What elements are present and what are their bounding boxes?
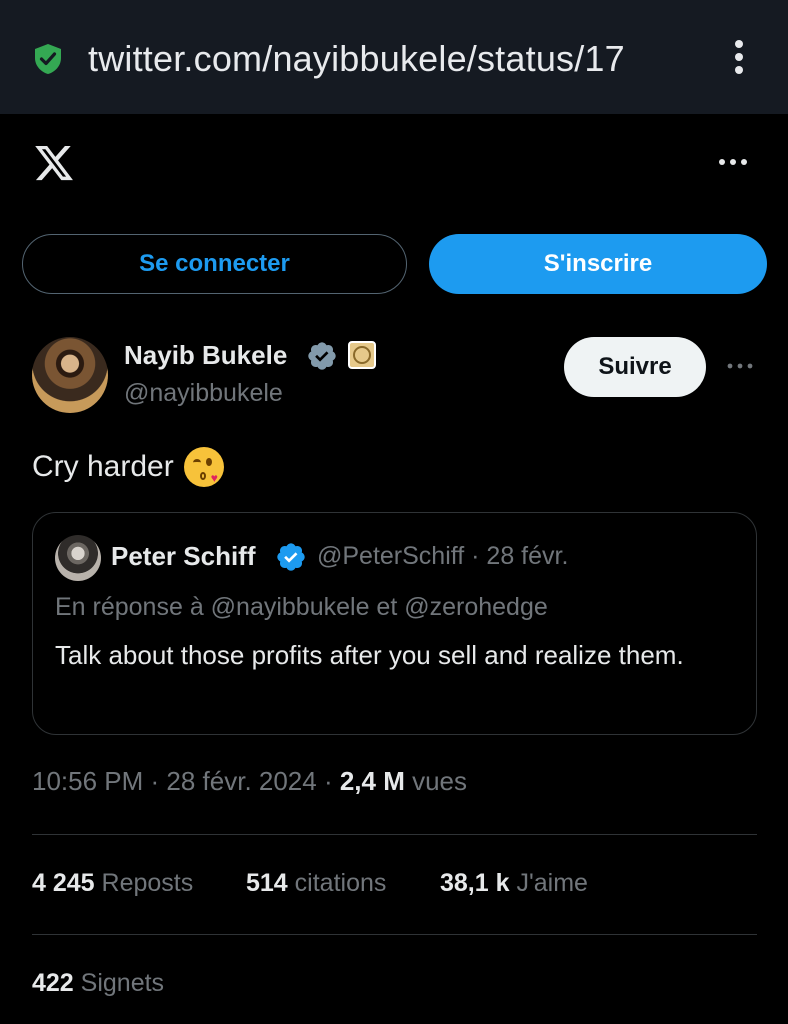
reposts-label: Reposts <box>94 869 194 897</box>
quoted-handle-date: @PeterSchiff · 28 févr. <box>317 542 569 570</box>
author-handle[interactable]: @nayibbukele <box>124 379 283 408</box>
verified-badge-gray-icon <box>308 342 336 370</box>
government-seal-icon <box>348 341 376 369</box>
quoted-avatar <box>55 535 101 581</box>
likes-label: J'aime <box>509 869 588 897</box>
tweet-text-content: Cry harder <box>32 450 174 483</box>
browser-url-bar[interactable]: twitter.com/nayibbukele/status/17 <box>0 0 788 114</box>
quoted-reply-to: En réponse à @nayibbukele et @zerohedge <box>55 593 548 621</box>
follow-button[interactable]: Suivre <box>564 337 706 397</box>
divider <box>32 834 757 835</box>
verified-badge-blue-icon <box>277 543 305 571</box>
bookmarks-count: 422 <box>32 969 74 997</box>
more-horizontal-icon[interactable] <box>716 152 750 172</box>
kebab-menu-icon[interactable] <box>728 40 750 80</box>
views-label: vues <box>404 766 468 796</box>
x-logo-icon[interactable] <box>32 142 76 184</box>
tweet-meta: 10:56 PM · 28 févr. 2024 · 2,4 M vues <box>32 766 467 797</box>
tweet-more-icon[interactable] <box>726 358 754 374</box>
quotes-stat[interactable]: 514 citations <box>246 869 386 898</box>
author-name[interactable]: Nayib Bukele <box>124 340 287 371</box>
quoted-tweet[interactable]: Peter Schiff @PeterSchiff · 28 févr. En … <box>32 512 757 735</box>
likes-count: 38,1 k <box>440 869 510 897</box>
quotes-count: 514 <box>246 869 288 897</box>
quoted-author-name: Peter Schiff <box>111 541 256 571</box>
bookmarks-label: Signets <box>73 969 165 997</box>
url-fade <box>640 30 710 86</box>
login-button[interactable]: Se connecter <box>22 234 407 294</box>
signup-button[interactable]: S'inscrire <box>429 234 767 294</box>
tweet-text: Cry harder ♥ <box>32 447 224 487</box>
url-text[interactable]: twitter.com/nayibbukele/status/17 <box>88 38 708 80</box>
views-count: 2,4 M <box>339 766 405 796</box>
kissing-face-emoji-icon: ♥ <box>183 447 224 487</box>
shield-check-icon <box>35 44 61 74</box>
quoted-text: Talk about those profits after you sell … <box>55 640 684 670</box>
reposts-count: 4 245 <box>32 869 95 897</box>
quotes-label: citations <box>287 869 387 897</box>
bookmarks-stat[interactable]: 422 Signets <box>32 969 164 998</box>
reposts-stat[interactable]: 4 245 Reposts <box>32 869 193 898</box>
avatar[interactable] <box>32 337 108 413</box>
likes-stat[interactable]: 38,1 k J'aime <box>440 869 588 898</box>
divider <box>32 934 757 935</box>
tweet-timestamp[interactable]: 10:56 PM · 28 févr. 2024 · <box>32 766 340 796</box>
